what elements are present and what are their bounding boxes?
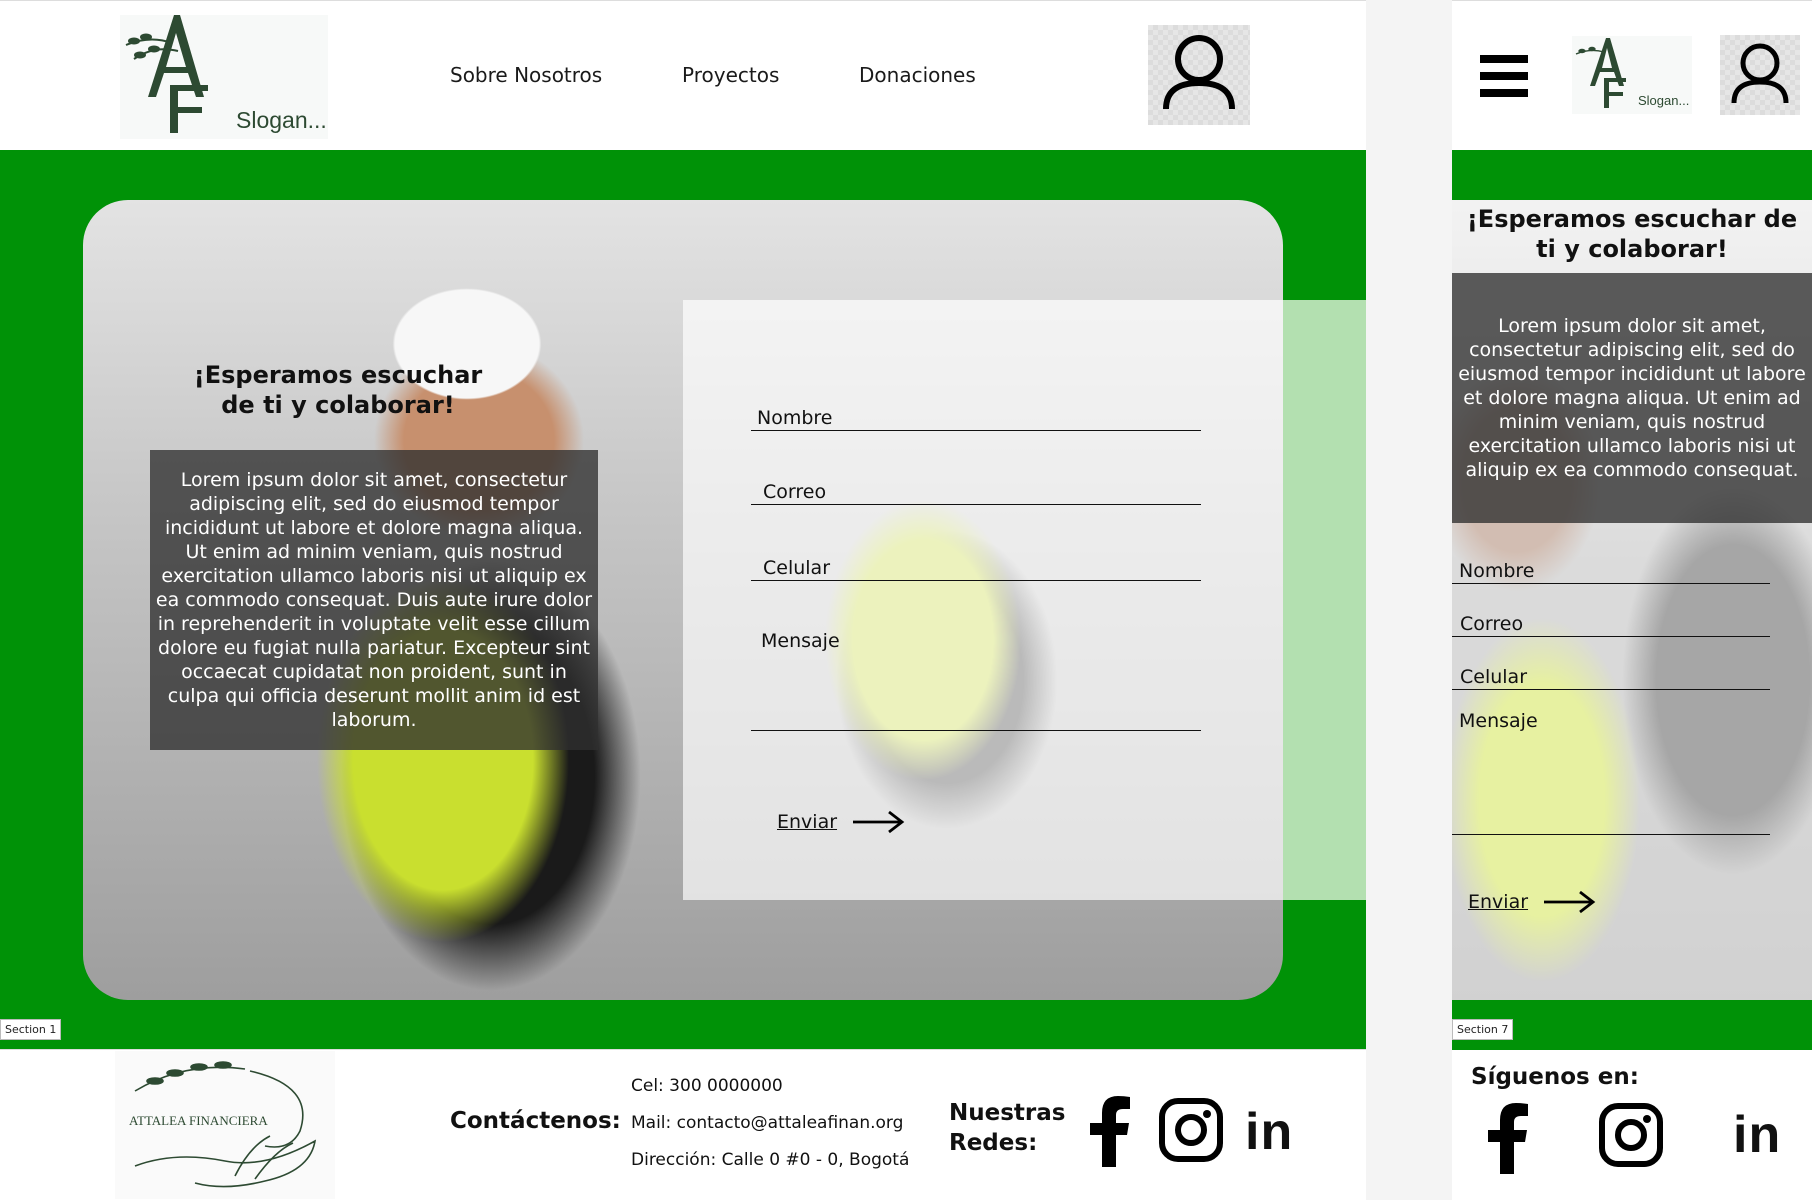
contact-form: Nombre Correo Celular Mensaje Enviar <box>683 300 1283 900</box>
instagram-icon <box>1599 1103 1663 1167</box>
linkedin-icon: in <box>1733 1106 1782 1164</box>
message-label-mobile: Mensaje <box>1459 710 1538 732</box>
org-name-text: ATTALEA FINANCIERA <box>129 1113 268 1128</box>
nav-proyectos[interactable]: Proyectos <box>682 63 779 87</box>
instagram-link[interactable] <box>1158 1097 1224 1163</box>
hero-title-mobile: ¡Esperamos escuchar de ti y colaborar! <box>1466 205 1798 263</box>
arrow-right-icon <box>1544 890 1596 914</box>
social-title-line2: Redes: <box>949 1130 1038 1156</box>
email-label-mobile: Correo <box>1460 613 1524 635</box>
contact-mail[interactable]: Mail: contacto@attaleafinan.org <box>631 1113 903 1133</box>
send-label-mobile: Enviar <box>1468 891 1529 913</box>
hero-title: ¡Esperamos escuchar de ti y colaborar! <box>193 361 483 419</box>
hero-description-box-mobile: Lorem ipsum dolor sit amet, consectetur … <box>1452 273 1812 523</box>
contact-phone: Cel: 300 0000000 <box>631 1076 783 1096</box>
user-icon <box>1163 35 1235 110</box>
phone-field[interactable]: Celular <box>751 550 1201 581</box>
desktop-frame: Slogan... Sobre Nosotros Proyectos Donac… <box>0 0 1366 1200</box>
org-logo[interactable]: ATTALEA FINANCIERA <box>115 1051 335 1199</box>
hero-description-mobile: Lorem ipsum dolor sit amet, consectetur … <box>1458 315 1806 481</box>
section-label-mobile: Section 7 <box>1452 1019 1514 1040</box>
brand-slogan-mobile: Slogan... <box>1638 93 1690 108</box>
facebook-link[interactable] <box>1088 1095 1132 1167</box>
phone-label-mobile: Celular <box>1460 666 1528 688</box>
message-label: Mensaje <box>761 630 840 652</box>
email-field-mobile[interactable]: Correo <box>1452 600 1770 637</box>
section-label: Section 1 <box>0 1019 62 1040</box>
user-account-button-mobile[interactable] <box>1720 35 1800 115</box>
mobile-header: Slogan... <box>1452 0 1812 151</box>
phone-field-mobile[interactable]: Celular <box>1452 652 1770 690</box>
brand-slogan: Slogan... <box>236 107 327 133</box>
hero-description-box: Lorem ipsum dolor sit amet, consectetur … <box>150 450 598 750</box>
email-field[interactable]: Correo <box>751 472 1201 505</box>
hero-description: Lorem ipsum dolor sit amet, consectetur … <box>155 469 593 731</box>
user-account-button[interactable] <box>1148 25 1250 125</box>
name-field-mobile[interactable]: Nombre <box>1452 545 1770 584</box>
social-title-line1: Nuestras <box>949 1100 1066 1126</box>
mobile-frame: Slogan... ¡Esperamos escuchar de ti y co… <box>1452 0 1812 1200</box>
hero-photo-card-mobile: ¡Esperamos escuchar de ti y colaborar! L… <box>1452 200 1812 1000</box>
message-field[interactable]: Mensaje <box>751 630 1201 731</box>
email-label: Correo <box>763 481 827 503</box>
name-label-mobile: Nombre <box>1459 560 1535 582</box>
instagram-icon <box>1159 1098 1223 1162</box>
user-icon <box>1731 43 1789 104</box>
name-field[interactable]: Nombre <box>751 400 1201 431</box>
send-button[interactable]: Enviar <box>777 810 905 834</box>
message-field-mobile[interactable]: Mensaje <box>1452 710 1770 835</box>
org-logo-art: ATTALEA FINANCIERA <box>129 1061 317 1188</box>
facebook-icon <box>1090 1096 1130 1167</box>
phone-label: Celular <box>763 557 831 579</box>
facebook-icon <box>1488 1103 1528 1174</box>
brand-logo-mobile[interactable]: Slogan... <box>1572 36 1692 114</box>
mobile-footer: Síguenos en: in <box>1452 1050 1812 1200</box>
name-label: Nombre <box>757 407 833 429</box>
arrow-right-icon <box>853 810 905 834</box>
follow-title: Síguenos en: <box>1471 1064 1639 1090</box>
linkedin-icon: in <box>1245 1103 1294 1161</box>
linkedin-link-mobile[interactable]: in <box>1733 1105 1781 1165</box>
instagram-link-mobile[interactable] <box>1598 1102 1664 1168</box>
form-side-panel <box>1282 300 1366 900</box>
brand-logo[interactable]: Slogan... <box>120 15 328 139</box>
send-button-mobile[interactable]: Enviar <box>1468 890 1596 914</box>
send-label: Enviar <box>777 811 838 833</box>
desktop-header: Slogan... Sobre Nosotros Proyectos Donac… <box>0 0 1366 151</box>
contact-title: Contáctenos: <box>450 1108 621 1134</box>
nav-sobre-nosotros[interactable]: Sobre Nosotros <box>450 63 602 87</box>
facebook-link-mobile[interactable] <box>1486 1102 1530 1174</box>
hero-photo-card: ¡Esperamos escuchar de ti y colaborar! L… <box>83 200 1283 1000</box>
hamburger-menu-button[interactable] <box>1480 55 1528 97</box>
contact-address: Dirección: Calle 0 #0 - 0, Bogotá <box>631 1150 910 1170</box>
menu-icon <box>1480 55 1528 97</box>
desktop-footer: ATTALEA FINANCIERA Contáctenos: Cel: 300… <box>0 1049 1366 1200</box>
nav-donaciones[interactable]: Donaciones <box>859 63 976 87</box>
linkedin-link[interactable]: in <box>1245 1102 1293 1162</box>
